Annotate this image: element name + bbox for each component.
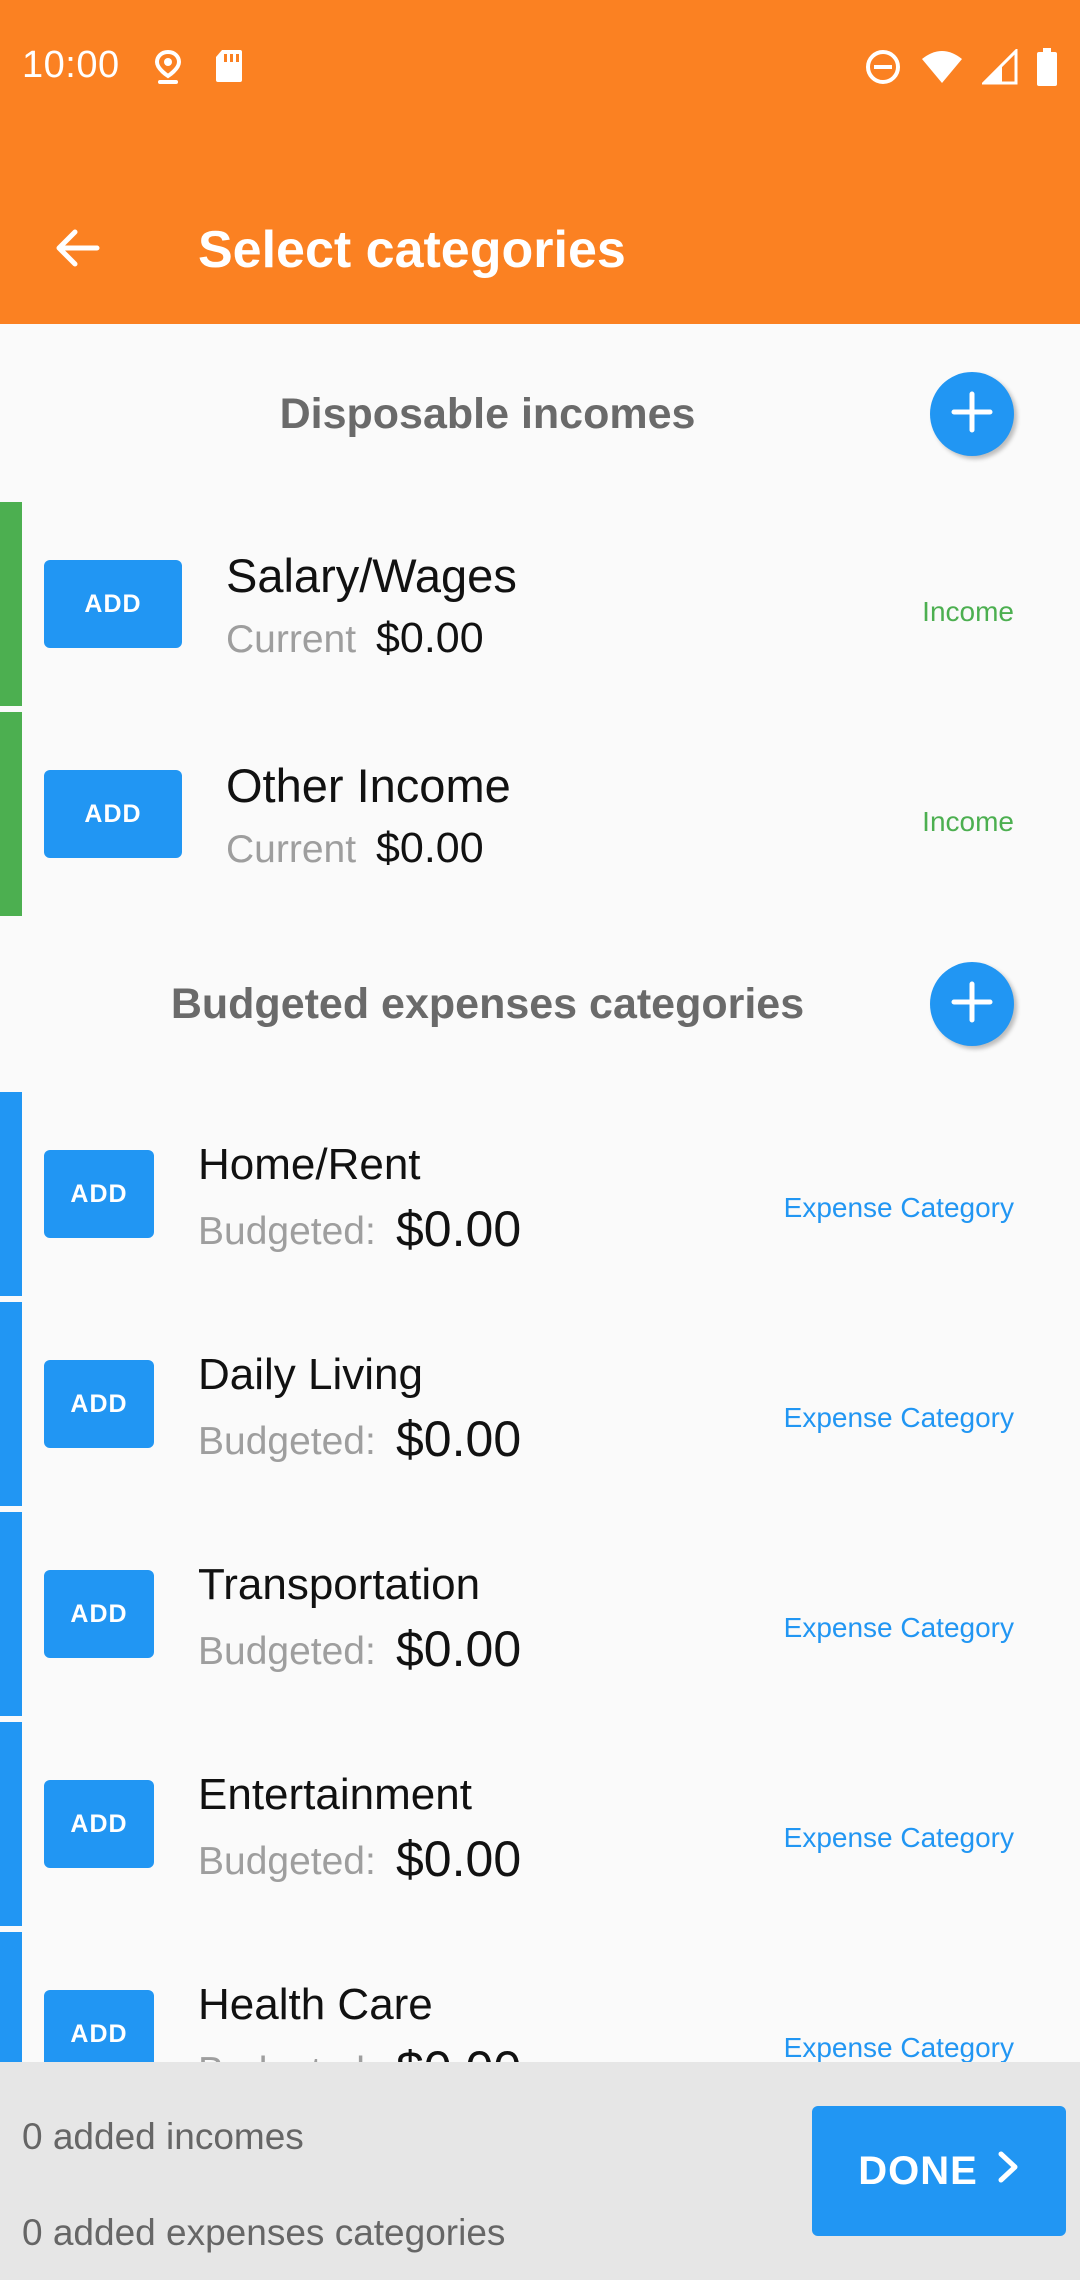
status-time: 10:00 [22,44,120,86]
plus-icon [950,980,994,1029]
add-expense-button[interactable]: ADD [44,1780,154,1868]
expense-stripe [0,1092,22,1296]
expense-stripe [0,1722,22,1926]
add-expense-category-button[interactable] [930,962,1014,1046]
expense-row[interactable]: ADD Home/Rent Budgeted: $0.00 Expense Ca… [0,1092,1080,1296]
expense-budgeted-label: Budgeted: [198,1840,376,1883]
sd-card-icon [214,48,244,93]
do-not-disturb-icon [864,48,902,91]
incomes-section-header: Disposable incomes [0,362,1080,462]
add-expense-button[interactable]: ADD [44,1150,154,1238]
back-button[interactable] [48,220,108,280]
expense-name: Daily Living [198,1350,423,1399]
battery-icon [1036,48,1058,91]
app-header: 10:00 Select categories [0,0,1080,324]
expense-name: Entertainment [198,1770,472,1819]
done-label: DONE [858,2148,978,2193]
expense-stripe [0,1512,22,1716]
expense-tag: Expense Category [783,2032,1014,2063]
expense-budgeted-value: $0.00 [396,1621,522,1677]
wifi-icon [920,49,964,90]
chevron-right-icon [996,2149,1020,2194]
income-current-value: $0.00 [376,614,484,662]
signal-icon [980,47,1018,90]
expense-budgeted-value: $0.00 [396,1411,522,1467]
income-name: Other Income [226,759,511,812]
incomes-section-title: Disposable incomes [279,390,696,438]
expense-name: Transportation [198,1560,481,1609]
add-income-button[interactable]: ADD [44,560,182,648]
status-bar: 10:00 [0,0,1080,136]
expense-budgeted-label: Budgeted: [198,1210,376,1253]
add-income-category-button[interactable] [930,372,1014,456]
expense-row[interactable]: ADD Entertainment Budgeted: $0.00 Expens… [0,1722,1080,1926]
add-expense-button[interactable]: ADD [44,1360,154,1448]
page-title: Select categories [198,221,626,279]
summary-bar: 0 added incomes 0 added expenses categor… [0,2062,1080,2280]
arrow-back-icon [55,228,101,273]
income-current-label: Current [226,828,357,871]
expense-row[interactable]: ADD Transportation Budgeted: $0.00 Expen… [0,1512,1080,1716]
expense-name: Home/Rent [198,1140,421,1189]
income-current-value: $0.00 [376,824,484,872]
plus-icon [950,390,994,439]
expense-stripe [0,1302,22,1506]
income-stripe [0,502,22,706]
expense-row[interactable]: ADD Daily Living Budgeted: $0.00 Expense… [0,1302,1080,1506]
done-button[interactable]: DONE [812,2106,1066,2236]
expense-name: Health Care [198,1980,433,2029]
expense-budgeted-label: Budgeted: [198,1630,376,1673]
expense-tag: Expense Category [783,1402,1014,1433]
expense-budgeted-label: Budgeted: [198,1420,376,1463]
expense-tag: Expense Category [783,1192,1014,1223]
added-incomes-count: 0 added incomes [22,2116,304,2157]
expense-budgeted-value: $0.00 [396,1831,522,1887]
income-current-label: Current [226,618,357,661]
income-tag: Income [922,596,1014,627]
income-row[interactable]: ADD Other Income Current $0.00 Income [0,712,1080,916]
location-pin-icon [152,48,184,93]
add-income-button[interactable]: ADD [44,770,182,858]
income-name: Salary/Wages [226,549,517,602]
income-row[interactable]: ADD Salary/Wages Current $0.00 Income [0,502,1080,706]
expense-tag: Expense Category [783,1822,1014,1853]
expense-tag: Expense Category [783,1612,1014,1643]
expense-budgeted-value: $0.00 [396,1201,522,1257]
expenses-section-title: Budgeted expenses categories [170,980,805,1028]
expenses-section-header: Budgeted expenses categories [0,952,1080,1052]
income-stripe [0,712,22,916]
add-expense-button[interactable]: ADD [44,1570,154,1658]
added-expenses-count: 0 added expenses categories [22,2212,506,2253]
income-tag: Income [922,806,1014,837]
